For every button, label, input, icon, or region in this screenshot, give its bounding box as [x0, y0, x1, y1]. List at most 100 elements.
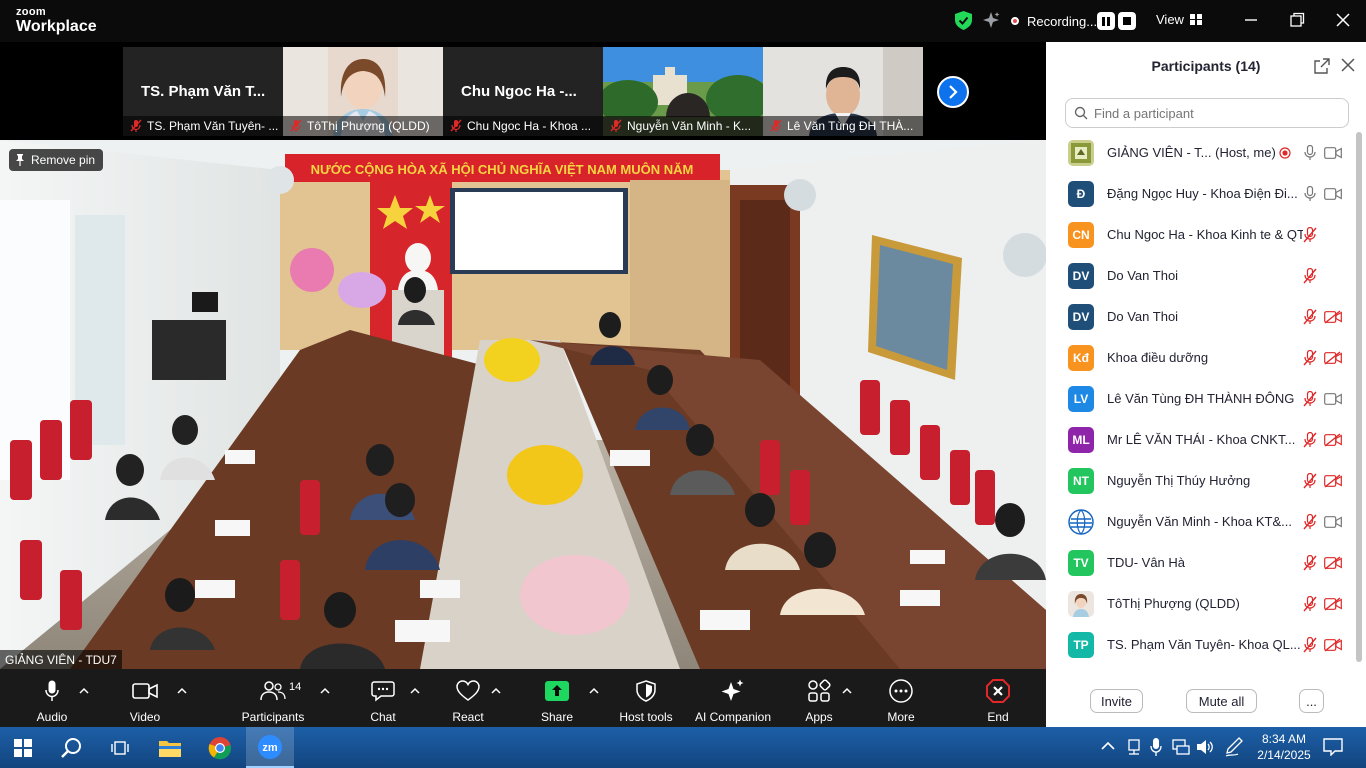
zoom-taskbar-button[interactable]: zm: [246, 727, 294, 768]
video-tile[interactable]: Lê Văn Tùng ĐH THÀ...: [763, 47, 923, 136]
mic-muted-icon[interactable]: [1301, 472, 1319, 490]
participant-row[interactable]: TôThị Phượng (QLDD): [1046, 583, 1354, 624]
mic-muted-icon[interactable]: [1301, 431, 1319, 449]
participant-search[interactable]: [1065, 98, 1349, 128]
microphone-icon[interactable]: [1301, 185, 1319, 203]
video-off-icon[interactable]: [1324, 472, 1342, 490]
video-button[interactable]: Video: [124, 669, 166, 727]
ai-sparkle-icon[interactable]: [982, 11, 1000, 29]
participant-row[interactable]: ML Mr LÊ VĂN THÁI - Khoa CNKT...: [1046, 419, 1354, 460]
pen-icon[interactable]: [1225, 737, 1243, 757]
mic-muted-icon[interactable]: [1301, 554, 1319, 572]
host-tools-button[interactable]: Host tools: [616, 669, 676, 727]
main-video[interactable]: NƯỚC CỘNG HÒA XÃ HỘI CHỦ NGHĨA VIỆT NAM …: [0, 140, 1046, 669]
react-button[interactable]: React: [449, 669, 487, 727]
remove-pin-button[interactable]: Remove pin: [9, 149, 104, 171]
video-camera-icon[interactable]: [1324, 390, 1342, 408]
video-camera-icon[interactable]: [1324, 144, 1342, 162]
video-off-icon[interactable]: [1324, 349, 1342, 367]
participant-row[interactable]: DV Do Van Thoi: [1046, 255, 1354, 296]
chevron-up-icon[interactable]: [320, 687, 330, 695]
video-off-icon[interactable]: [1324, 595, 1342, 613]
mute-all-button[interactable]: Mute all: [1186, 689, 1257, 713]
mic-muted-icon[interactable]: [1301, 390, 1319, 408]
video-tile[interactable]: TôThị Phượng (QLDD): [283, 47, 443, 136]
participant-row[interactable]: Đ Đặng Ngọc Huy - Khoa Điện Đi...: [1046, 173, 1354, 214]
more-button[interactable]: More: [884, 669, 918, 727]
microphone-icon[interactable]: [1301, 144, 1319, 162]
audio-button[interactable]: Audio: [32, 669, 72, 727]
chrome-button[interactable]: [196, 727, 244, 768]
video-off-icon[interactable]: [1324, 431, 1342, 449]
chevron-up-icon[interactable]: [410, 687, 420, 695]
participant-row[interactable]: TV TDU- Vân Hà: [1046, 542, 1354, 583]
mic-muted-icon[interactable]: [1301, 636, 1319, 654]
next-page-button[interactable]: [937, 76, 969, 108]
ai-companion-button[interactable]: AI Companion: [692, 669, 774, 727]
video-off-icon[interactable]: [1324, 308, 1342, 326]
host-tools-label: Host tools: [619, 710, 673, 724]
taskbar-clock[interactable]: 8:34 AM 2/14/2025: [1254, 731, 1314, 763]
video-tile[interactable]: Chu Ngoc Ha -... Chu Ngoc Ha - Khoa ...: [443, 47, 603, 136]
panel-more-button[interactable]: ...: [1299, 689, 1324, 713]
taskbar-search-button[interactable]: [48, 727, 96, 768]
chevron-up-icon[interactable]: [842, 687, 852, 695]
notification-center-icon[interactable]: [1323, 738, 1343, 756]
participant-row[interactable]: Nguyễn Văn Minh - Khoa KT&...: [1046, 501, 1354, 542]
video-off-icon[interactable]: [1324, 636, 1342, 654]
chat-button[interactable]: Chat: [366, 669, 400, 727]
video-tile[interactable]: TS. Phạm Văn T... TS. Phạm Văn Tuyên- ..…: [123, 47, 283, 136]
participants-count: 14: [289, 681, 302, 693]
participant-row[interactable]: CN Chu Ngoc Ha - Khoa Kinh te & QT...: [1046, 214, 1354, 255]
mic-muted-icon[interactable]: [1301, 267, 1319, 285]
close-panel-icon[interactable]: [1341, 58, 1355, 72]
chevron-up-icon[interactable]: [177, 687, 187, 695]
video-camera-icon[interactable]: [1324, 185, 1342, 203]
participant-row[interactable]: DV Do Van Thoi: [1046, 296, 1354, 337]
chevron-up-icon[interactable]: [491, 687, 501, 695]
ai-companion-label: AI Companion: [694, 710, 772, 724]
search-input[interactable]: [1094, 105, 1334, 121]
participant-list-scrollbar[interactable]: [1356, 132, 1362, 662]
mic-muted-icon[interactable]: [1301, 308, 1319, 326]
ethernet-network-icon[interactable]: [1172, 738, 1190, 756]
video-off-icon[interactable]: [1324, 554, 1342, 572]
view-button[interactable]: View: [1156, 12, 1202, 27]
task-view-button[interactable]: [96, 727, 144, 768]
chevron-up-icon[interactable]: [79, 687, 89, 695]
start-button[interactable]: [0, 727, 46, 768]
pop-out-icon[interactable]: [1314, 58, 1330, 74]
close-icon[interactable]: [1333, 10, 1353, 30]
shield-check-icon[interactable]: [955, 11, 972, 30]
invite-button[interactable]: Invite: [1090, 689, 1143, 713]
svg-text:zm: zm: [262, 742, 278, 754]
stop-recording-button[interactable]: [1118, 12, 1136, 30]
participant-row[interactable]: TP TS. Phạm Văn Tuyên- Khoa QL...: [1046, 624, 1354, 665]
mic-muted-icon[interactable]: [1301, 226, 1319, 244]
mic-muted-icon[interactable]: [1301, 349, 1319, 367]
show-hidden-icons-icon[interactable]: [1101, 741, 1115, 751]
tile-caption: TôThị Phượng (QLDD): [283, 116, 443, 136]
participant-row[interactable]: LV Lê Văn Tùng ĐH THÀNH ĐÔNG: [1046, 378, 1354, 419]
recording-indicator[interactable]: Recording...: [1011, 12, 1097, 30]
volume-icon[interactable]: [1196, 738, 1214, 756]
microphone-tray-icon[interactable]: [1150, 737, 1162, 757]
video-camera-icon[interactable]: [1324, 513, 1342, 531]
participant-name: Nguyễn Văn Minh - Khoa KT&...: [1107, 514, 1292, 529]
restore-icon[interactable]: [1287, 10, 1307, 30]
video-tile[interactable]: Nguyễn Văn Minh - K...: [603, 47, 763, 136]
participants-button[interactable]: Participants: [240, 669, 306, 727]
end-meeting-button[interactable]: End: [982, 669, 1014, 727]
mic-muted-icon[interactable]: [1301, 595, 1319, 613]
network-drive-icon[interactable]: [1126, 738, 1142, 756]
chevron-up-icon[interactable]: [589, 687, 599, 695]
file-explorer-button[interactable]: [146, 727, 194, 768]
participant-row[interactable]: GIẢNG VIÊN - T... (Host, me): [1046, 132, 1354, 173]
apps-button[interactable]: Apps: [802, 669, 836, 727]
participant-row[interactable]: Kđ Khoa điều dưỡng: [1046, 337, 1354, 378]
mic-muted-icon[interactable]: [1301, 513, 1319, 531]
share-button[interactable]: Share: [540, 669, 574, 727]
pause-recording-button[interactable]: [1097, 12, 1115, 30]
minimize-icon[interactable]: [1241, 10, 1261, 30]
participant-row[interactable]: NT Nguyễn Thị Thúy Hưởng: [1046, 460, 1354, 501]
